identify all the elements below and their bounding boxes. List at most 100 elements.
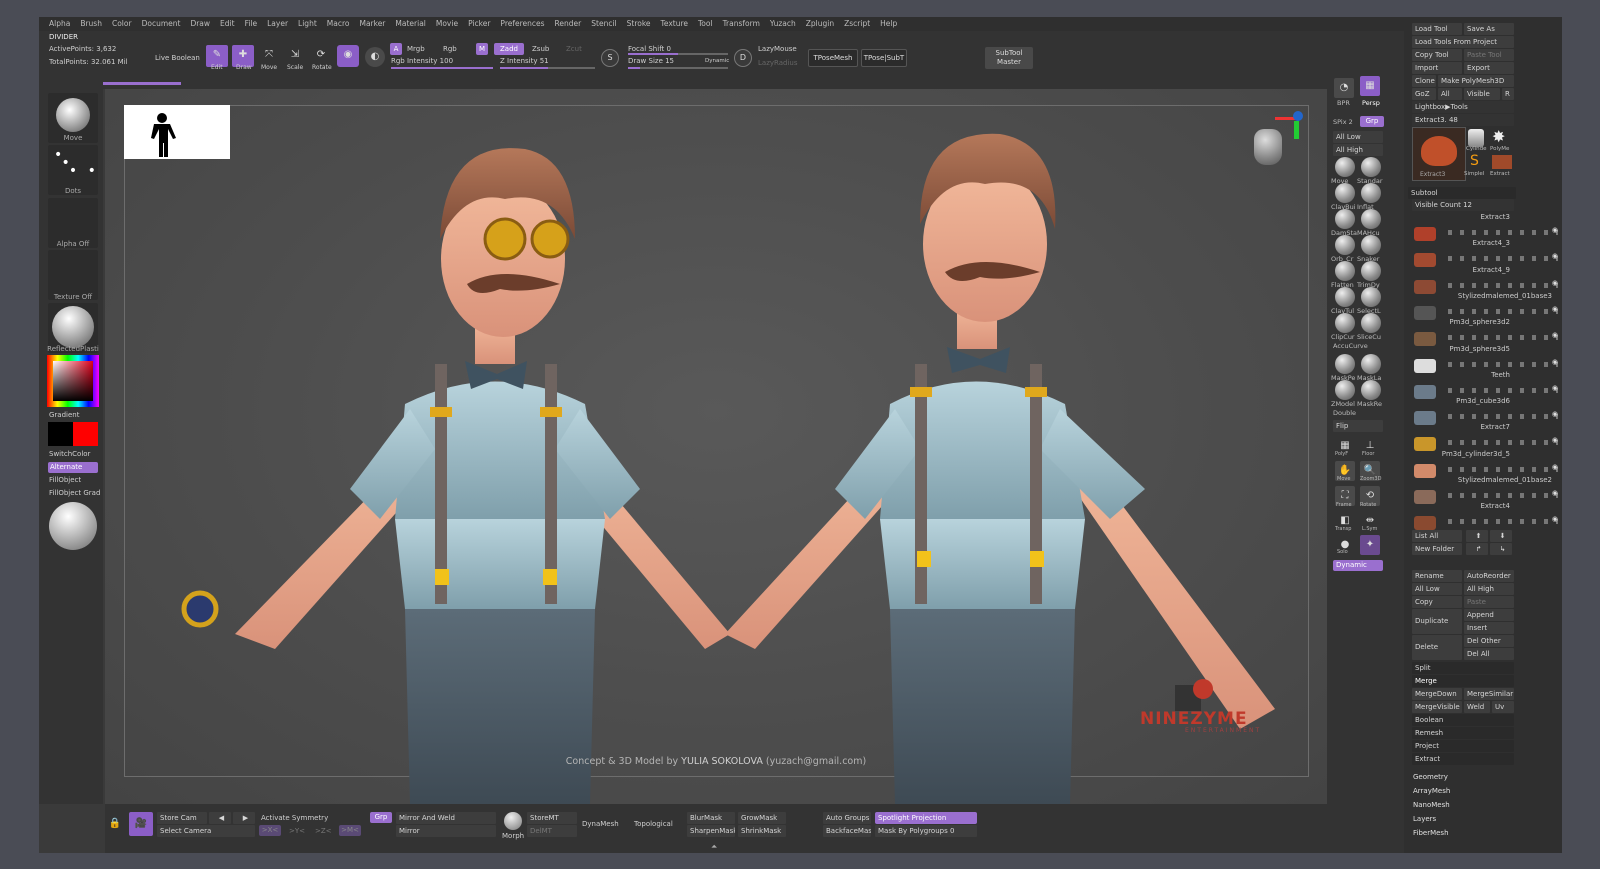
merge-section[interactable]: Merge bbox=[1412, 675, 1514, 687]
zcut-button[interactable]: Zcut bbox=[566, 45, 582, 53]
rename-button[interactable]: Rename bbox=[1412, 570, 1462, 582]
subtool-row[interactable]: Pm3d_sphere3d5 ◉ bbox=[1412, 345, 1560, 373]
select-camera-button[interactable]: Select Camera bbox=[157, 825, 255, 837]
document-canvas[interactable]: Concept & 3D Model by YULIA SOKOLOVA (yu… bbox=[105, 89, 1327, 804]
extract-section[interactable]: Extract bbox=[1412, 753, 1514, 765]
goz-r-button[interactable]: R bbox=[1502, 88, 1514, 100]
menu-item[interactable]: Edit bbox=[220, 17, 235, 31]
lazy-icon[interactable]: D bbox=[734, 49, 752, 67]
subtool-row[interactable]: Stylizedmalemed_01base3 ◉ bbox=[1412, 292, 1560, 320]
autoreorder-button[interactable]: AutoReorder bbox=[1464, 570, 1514, 582]
uv-toggle[interactable]: Uv bbox=[1492, 701, 1514, 713]
store-cam-button[interactable]: Store Cam bbox=[157, 812, 207, 824]
split-section[interactable]: Split bbox=[1412, 662, 1514, 674]
switchcolor-button[interactable]: SwitchColor bbox=[49, 450, 90, 458]
paste-subtool-button[interactable]: Paste bbox=[1464, 596, 1514, 608]
subtool-visibility-controls[interactable]: ◉ bbox=[1448, 515, 1558, 525]
color-picker[interactable] bbox=[47, 355, 99, 407]
subtool-row[interactable]: Extract4_9 ◉ bbox=[1412, 266, 1560, 294]
brush-icon[interactable] bbox=[1335, 235, 1355, 255]
new-folder-button[interactable]: New Folder bbox=[1412, 543, 1462, 555]
move-up-button[interactable]: ⬆ bbox=[1466, 530, 1488, 542]
rgb-intensity-slider[interactable]: Rgb Intensity 100 bbox=[391, 57, 453, 65]
tray-all-low-button[interactable]: All Low bbox=[1412, 583, 1462, 595]
menu-item[interactable]: Marker bbox=[359, 17, 385, 31]
spix-slider[interactable]: SPix 2 bbox=[1333, 118, 1353, 126]
menu-item[interactable]: Layer bbox=[267, 17, 288, 31]
tool-slider[interactable]: Extract3. 48 bbox=[1412, 114, 1514, 126]
extract-tool-icon[interactable] bbox=[1492, 155, 1512, 169]
save-as-button[interactable]: Save As bbox=[1464, 23, 1514, 35]
menu-item[interactable]: Texture bbox=[661, 17, 688, 31]
move-button[interactable]: ⤧ bbox=[259, 45, 279, 65]
subtool-row[interactable]: Extract4_3 ◉ bbox=[1412, 239, 1560, 268]
lazymouse-button[interactable]: LazyMouse bbox=[758, 45, 797, 53]
eye-icon[interactable]: ◉ bbox=[1552, 384, 1558, 392]
mergedown-button[interactable]: MergeDown bbox=[1412, 688, 1462, 700]
rgb-button[interactable]: Rgb bbox=[443, 45, 457, 53]
eye-icon[interactable]: ◉ bbox=[1552, 515, 1558, 523]
brush-icon[interactable] bbox=[1361, 183, 1381, 203]
subtool-row[interactable]: Stylizedmalemed_01base2 ◉ bbox=[1412, 476, 1560, 504]
menu-item[interactable]: Document bbox=[142, 17, 181, 31]
menu-item[interactable]: Picker bbox=[468, 17, 490, 31]
subtool-master-button[interactable]: SubTool Master bbox=[985, 47, 1033, 69]
menu-item[interactable]: Zscript bbox=[844, 17, 870, 31]
load-tool-button[interactable]: Load Tool bbox=[1412, 23, 1462, 35]
bottom-grp-toggle[interactable]: Grp bbox=[370, 812, 392, 823]
focal-shift-slider[interactable]: Focal Shift 0 bbox=[628, 45, 671, 53]
sym-y-button[interactable]: >Y< bbox=[289, 827, 305, 835]
fillobject-grad-button[interactable]: FillObject Grad bbox=[49, 489, 100, 497]
shrinkmask-button[interactable]: ShrinkMask bbox=[738, 825, 786, 837]
arraymesh-section[interactable]: ArrayMesh bbox=[1413, 787, 1450, 795]
menu-item[interactable]: Transform bbox=[723, 17, 760, 31]
menu-item[interactable]: Brush bbox=[80, 17, 102, 31]
camera-button[interactable]: 🎥 bbox=[129, 812, 153, 836]
lazyradius-slider[interactable]: LazyRadius bbox=[758, 59, 797, 67]
subtool-header[interactable]: Subtool bbox=[1408, 187, 1516, 199]
menu-item[interactable]: Help bbox=[880, 17, 897, 31]
make-polymesh3d-button[interactable]: Make PolyMesh3D bbox=[1438, 75, 1514, 87]
scale-button[interactable]: ⇲ bbox=[285, 45, 305, 65]
brush-icon[interactable] bbox=[1335, 261, 1355, 281]
layers-section[interactable]: Layers bbox=[1413, 815, 1436, 823]
fibermesh-section[interactable]: FiberMesh bbox=[1413, 829, 1449, 837]
brush-icon[interactable] bbox=[1335, 287, 1355, 307]
grp-toggle[interactable]: Grp bbox=[1360, 116, 1384, 127]
brush-icon[interactable] bbox=[1361, 235, 1381, 255]
brush-icon[interactable] bbox=[1335, 380, 1355, 400]
brush-icon[interactable] bbox=[1361, 354, 1381, 374]
subtool-row[interactable]: Pm3d_sphere3d2 ◉ bbox=[1412, 318, 1560, 347]
brush-icon[interactable] bbox=[1361, 287, 1381, 307]
menu-item[interactable]: Stencil bbox=[591, 17, 616, 31]
material-sphere-button[interactable]: ◉ bbox=[337, 45, 359, 67]
zadd-button[interactable]: Zadd bbox=[494, 43, 524, 55]
alternate-button[interactable]: Alternate bbox=[48, 462, 98, 473]
mergesimilar-button[interactable]: MergeSimilar bbox=[1464, 688, 1514, 700]
folder-up-button[interactable]: ↱ bbox=[1466, 543, 1488, 555]
export-button[interactable]: Export bbox=[1464, 62, 1514, 74]
subtool-row[interactable]: Extract4 ◉ bbox=[1412, 502, 1560, 531]
topological-button[interactable]: Topological bbox=[634, 820, 673, 828]
brush-icon[interactable] bbox=[1335, 313, 1355, 333]
cylinder-tool-icon[interactable] bbox=[1468, 129, 1484, 147]
brush-icon[interactable] bbox=[1335, 209, 1355, 229]
persp-button[interactable]: ▦ bbox=[1360, 76, 1380, 96]
color-square[interactable] bbox=[53, 361, 93, 401]
subtool-visibility-controls[interactable]: ◉ bbox=[1448, 331, 1558, 341]
storemt-button[interactable]: StoreMT bbox=[527, 812, 577, 824]
weld-toggle[interactable]: Weld bbox=[1464, 701, 1490, 713]
dynamesh-button[interactable]: DynaMesh bbox=[582, 820, 619, 828]
blurmask-button[interactable]: BlurMask bbox=[687, 812, 735, 824]
subtool-row[interactable]: Extract3 ◉ bbox=[1412, 213, 1560, 241]
menu-item[interactable]: Preferences bbox=[500, 17, 544, 31]
tposemesh-button[interactable]: TPoseMesh bbox=[808, 49, 858, 67]
menu-item[interactable]: Yuzach bbox=[770, 17, 796, 31]
brush-icon[interactable] bbox=[1335, 183, 1355, 203]
subtool-visibility-controls[interactable]: ◉ bbox=[1448, 305, 1558, 314]
focal-shift-track[interactable] bbox=[628, 53, 728, 55]
m-toggle[interactable]: M bbox=[476, 43, 488, 55]
dynamic-toggle[interactable]: Dynamic bbox=[705, 58, 729, 64]
growmask-button[interactable]: GrowMask bbox=[738, 812, 786, 824]
brush-icon[interactable] bbox=[1335, 354, 1355, 374]
